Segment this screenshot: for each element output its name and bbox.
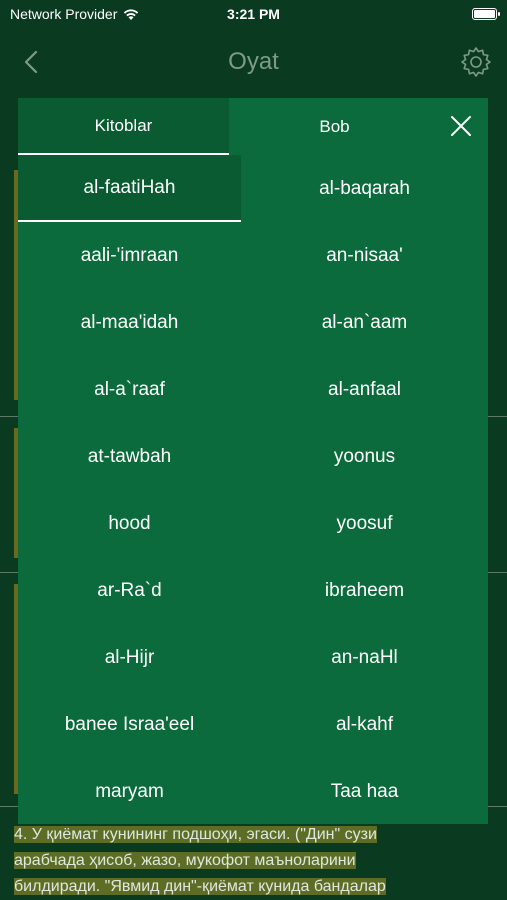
book-item-al-kahf[interactable]: al-kahf xyxy=(241,691,488,758)
book-item-ar-rad[interactable]: ar-Ra`d xyxy=(18,557,241,624)
book-item-maryam[interactable]: maryam xyxy=(18,758,241,824)
book-item-al-anaam[interactable]: al-an`aam xyxy=(241,289,488,356)
picker-tabs: Kitoblar Bob xyxy=(18,98,488,155)
book-item-aali-imraan[interactable]: aali-'imraan xyxy=(18,222,241,289)
book-item-hood[interactable]: hood xyxy=(18,490,241,557)
nav-bar: Oyat xyxy=(0,36,507,88)
book-item-ibraheem[interactable]: ibraheem xyxy=(241,557,488,624)
book-item-yoosuf[interactable]: yoosuf xyxy=(241,490,488,557)
tab-bob[interactable]: Bob xyxy=(229,98,440,155)
back-chevron-icon[interactable] xyxy=(18,48,46,76)
book-item-an-nahl[interactable]: an-naHl xyxy=(241,624,488,691)
verse-text: 4. У қиёмат кунининг подшоҳи, эгаси. ("Д… xyxy=(14,822,454,900)
book-picker-modal: Kitoblar Bob al-faatiHah al-baqarah aali… xyxy=(18,98,488,824)
battery-icon xyxy=(472,8,500,20)
book-item-yoonus[interactable]: yoonus xyxy=(241,423,488,490)
book-item-al-faatihah[interactable]: al-faatiHah xyxy=(18,155,241,222)
tab-kitoblar[interactable]: Kitoblar xyxy=(18,98,229,155)
book-item-al-anfaal[interactable]: al-anfaal xyxy=(241,356,488,423)
book-grid: al-faatiHah al-baqarah aali-'imraan an-n… xyxy=(18,155,488,824)
book-item-al-hijr[interactable]: al-Hijr xyxy=(18,624,241,691)
book-item-al-araaf[interactable]: al-a`raaf xyxy=(18,356,241,423)
battery-fill xyxy=(474,10,495,18)
status-time: 3:21 PM xyxy=(227,6,280,22)
page-title: Oyat xyxy=(228,48,279,75)
book-item-banee-israaeel[interactable]: banee Israa'eel xyxy=(18,691,241,758)
book-item-an-nisaa[interactable]: an-nisaa' xyxy=(241,222,488,289)
verse-line: билдиради. "Явмид дин"-қиёмат кунида бан… xyxy=(14,878,386,895)
gear-icon[interactable] xyxy=(459,45,493,79)
close-icon[interactable] xyxy=(446,111,476,141)
book-item-taa-haa[interactable]: Taa haa xyxy=(241,758,488,824)
book-item-al-baqarah[interactable]: al-baqarah xyxy=(241,155,488,222)
book-item-al-maaidah[interactable]: al-maa'idah xyxy=(18,289,241,356)
status-bar: Network Provider 3:21 PM xyxy=(0,0,507,28)
verse-line: 4. У қиёмат кунининг подшоҳи, эгаси. ("Д… xyxy=(14,826,377,843)
book-item-at-tawbah[interactable]: at-tawbah xyxy=(18,423,241,490)
verse-line: арабчада ҳисоб, жазо, мукофот маъноларин… xyxy=(14,852,356,869)
